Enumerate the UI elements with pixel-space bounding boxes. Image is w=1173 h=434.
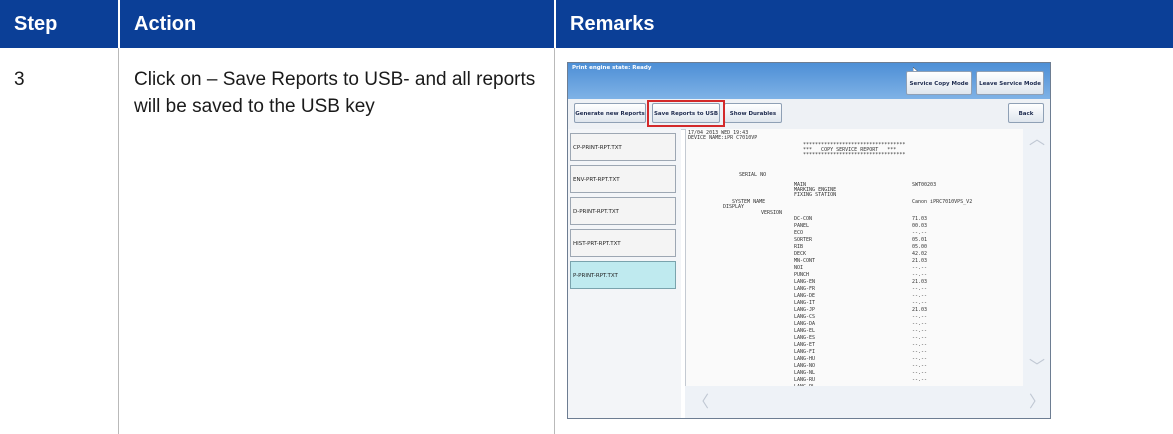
report-file-list: CP-PRINT-RPT.TXT ENV-PRT-RPT.TXT D-PRINT… [568, 129, 681, 418]
report-version-value: --.-- [912, 328, 928, 334]
report-version-row: LANG-NO [794, 363, 816, 369]
report-version-value: 21.03 [912, 279, 928, 285]
report-version-value: 00.03 [912, 223, 928, 229]
report-version-value: --.-- [912, 349, 928, 355]
report-system-name-value: Canon iPRC7010VPS_V2 [912, 199, 973, 205]
report-version-row: LANG-HU [794, 356, 816, 362]
report-version-value: 42.02 [912, 251, 928, 257]
report-version-row: LANG-NL [794, 370, 816, 376]
report-version-row: SORTER [794, 237, 813, 243]
header-action: Action [120, 0, 554, 48]
report-version-row: ECO [794, 230, 804, 236]
report-version-row: LANG-IT [794, 300, 816, 306]
report-serial-row: FIXING STATION [794, 192, 837, 198]
report-version-row: LANG-FI [794, 349, 816, 355]
file-item-d-print[interactable]: D-PRINT-RPT.TXT [570, 197, 676, 225]
report-version-value: --.-- [912, 321, 928, 327]
save-button-highlight [647, 100, 725, 127]
report-version-value: --.-- [912, 265, 928, 271]
report-version-value: --.-- [912, 293, 928, 299]
report-version-row: LANG-ET [794, 342, 816, 348]
step-number: 3 [14, 69, 25, 90]
column-divider [118, 48, 119, 434]
report-version-value: --.-- [912, 363, 928, 369]
report-version-value: --.-- [912, 272, 928, 278]
report-version-row: NOI [794, 265, 804, 271]
print-engine-status: Print engine state: Ready [572, 65, 652, 71]
report-version-row: PUNCH [794, 272, 810, 278]
report-version-row: LANG-RU [794, 377, 816, 383]
report-version-row: RIB [794, 244, 804, 250]
report-version-value: --.-- [912, 300, 928, 306]
report-version-value: 21.03 [912, 258, 928, 264]
service-copy-mode-button[interactable]: Service Copy Mode [906, 71, 972, 95]
report-device-name: DEVICE NAME:iPR C7010VP [688, 135, 758, 141]
report-version-row: LANG-EL [794, 328, 816, 334]
report-display-label: DISPLAY [723, 204, 745, 210]
scroll-right-arrow-icon[interactable]: 〉 [1029, 394, 1045, 410]
report-serial-label: SERIAL NO [739, 172, 767, 178]
report-version-row: LANG-EN [794, 279, 816, 285]
file-item-p-print[interactable]: P-PRINT-RPT.TXT [570, 261, 676, 289]
report-version-value: --.-- [912, 335, 928, 341]
report-stars: ********************************** [803, 152, 906, 158]
report-version-row: LANG-DE [794, 293, 816, 299]
report-version-row: LANG-CS [794, 314, 816, 320]
report-version-value: 05.00 [912, 244, 928, 250]
report-version-label: VERSION [761, 210, 783, 216]
scroll-down-arrow-icon[interactable]: ﹀ [1029, 359, 1045, 375]
report-version-value: --.-- [912, 377, 928, 383]
report-viewer: 17/04 2013 WED 19:43 DEVICE NAME:iPR C70… [685, 129, 1042, 418]
report-version-row: PANEL [794, 223, 810, 229]
report-toolbar: Generate new Reports Save Reports to USB… [568, 99, 1050, 130]
report-version-value: --.-- [912, 356, 928, 362]
report-version-value: 21.03 [912, 307, 928, 313]
report-version-value: --.-- [912, 314, 928, 320]
report-version-row: DC-CON [794, 216, 813, 222]
back-button[interactable]: Back [1008, 103, 1044, 123]
generate-new-reports-button[interactable]: Generate new Reports [574, 103, 646, 123]
report-version-value: 05.01 [912, 237, 928, 243]
title-bar: Print engine state: Ready Service Copy M… [568, 63, 1050, 99]
column-divider [554, 48, 555, 434]
report-version-row: DECK [794, 251, 807, 257]
header-step: Step [0, 0, 118, 48]
report-version-row: LANG-DA [794, 321, 816, 327]
leave-service-mode-button[interactable]: Leave Service Mode [976, 71, 1044, 95]
report-version-value: --.-- [912, 286, 928, 292]
report-version-value: --.-- [912, 342, 928, 348]
file-item-hist-prt[interactable]: HIST-PRT-RPT.TXT [570, 229, 676, 257]
procedure-table: Step Action Remarks 3 Click on – Save Re… [0, 0, 1173, 434]
report-version-row: LANG-FR [794, 286, 816, 292]
report-version-row: MN-CONT [794, 258, 816, 264]
scroll-left-arrow-icon[interactable]: 〈 [693, 394, 709, 410]
report-version-value: 71.03 [912, 216, 928, 222]
report-version-row: LANG-JP [794, 307, 816, 313]
report-version-value: --.-- [912, 230, 928, 236]
report-version-value: --.-- [912, 370, 928, 376]
show-durables-button[interactable]: Show Durables [724, 103, 782, 123]
file-item-env-prt[interactable]: ENV-PRT-RPT.TXT [570, 165, 676, 193]
action-text: Click on – Save Reports to USB- and all … [134, 69, 536, 117]
report-version-row: LANG-ES [794, 335, 816, 341]
remarks-screenshot: Print engine state: Ready Service Copy M… [567, 62, 1051, 419]
file-item-cp-print[interactable]: CP-PRINT-RPT.TXT [570, 133, 676, 161]
report-serial-value: SWT00203 [912, 182, 937, 188]
vertical-scrollbar[interactable]: ︿ ﹀ [1023, 129, 1050, 386]
scroll-up-arrow-icon[interactable]: ︿ [1029, 131, 1045, 147]
header-remarks: Remarks [556, 0, 1173, 48]
horizontal-scrollbar[interactable]: 〈 〉 [685, 386, 1050, 418]
